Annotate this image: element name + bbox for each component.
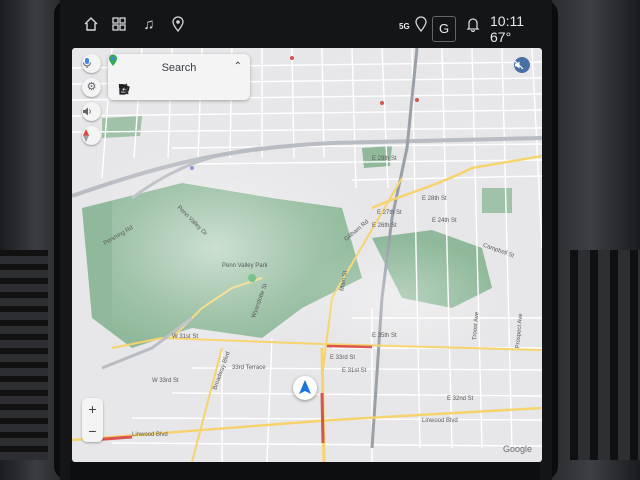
compass-icon[interactable] [82, 126, 101, 145]
volume-icon[interactable] [82, 102, 101, 121]
status-bar: ♫ 5G G 10:11 67° [60, 0, 552, 45]
network-indicator: 5G [399, 22, 410, 31]
street-label: Linwood Blvd [422, 418, 458, 424]
apps-grid-icon[interactable] [110, 16, 128, 34]
current-position-arrow [293, 376, 317, 400]
street-label: E 24th St [432, 218, 457, 224]
profile-button[interactable]: G [432, 16, 456, 42]
map-attribution: Google [502, 444, 532, 454]
microphone-icon[interactable] [82, 54, 101, 73]
chevron-up-icon[interactable]: ⌃ [234, 61, 242, 72]
coffee-icon[interactable] [119, 83, 242, 96]
clock-time: 10:11 [490, 13, 524, 29]
traffic-segment [320, 392, 325, 444]
street-label: E 33rd St [330, 355, 356, 361]
traffic-segment [326, 344, 373, 349]
music-note-icon[interactable]: ♫ [140, 16, 158, 34]
home-icon[interactable] [82, 16, 100, 34]
outside-temperature: 67° [490, 29, 512, 45]
search-label[interactable]: Search [108, 62, 250, 74]
major-road [371, 154, 542, 210]
street-label: E 26th St [372, 223, 397, 229]
location-pin-icon[interactable] [169, 16, 187, 34]
street-label: E 31st St [342, 368, 367, 374]
street-label: Penn Valley Park [222, 263, 268, 269]
grocery-cart-icon[interactable] [119, 83, 206, 96]
park-area [482, 188, 512, 213]
category-shortcuts [118, 83, 242, 96]
street-label: E 27th St [377, 210, 402, 216]
screen-bottom-bar [70, 462, 540, 480]
zoom-out-button[interactable]: − [82, 420, 103, 442]
street-label: E 32nd St [447, 396, 474, 402]
navigation-map[interactable]: E 29th St E 28th St E 27th St E 26th St … [72, 48, 542, 462]
poi-marker[interactable] [190, 166, 194, 170]
street-label: E 28th St [422, 196, 447, 202]
location-status-icon [412, 16, 430, 34]
restaurant-icon[interactable] [118, 83, 170, 96]
street-label: E 35th St [372, 333, 397, 339]
air-vent-left [0, 250, 48, 460]
poi-marker[interactable] [290, 56, 294, 60]
zoom-in-button[interactable]: + [82, 398, 103, 420]
volume-off-icon[interactable] [514, 57, 530, 73]
major-road [191, 347, 223, 462]
settings-gear-icon[interactable]: ⚙ [82, 78, 101, 97]
infotainment-screen: ♫ 5G G 10:11 67° E 29th St E 28th St E 2… [60, 0, 552, 480]
poi-marker[interactable] [380, 101, 384, 105]
street-label: E 29th St [372, 156, 397, 162]
zoom-control: + − [82, 398, 103, 442]
street-label: Linwood Blvd [132, 432, 168, 438]
poi-marker[interactable] [415, 98, 419, 102]
street-label: W 33rd St [152, 378, 179, 384]
notification-bell-icon[interactable] [464, 16, 482, 34]
street-label: W 31st St [172, 334, 199, 340]
street-label: 33rd Terrace [232, 365, 266, 371]
search-card[interactable]: Search ⌃ [108, 54, 250, 100]
poi-marker[interactable] [248, 274, 256, 282]
air-vent-right [570, 250, 640, 460]
